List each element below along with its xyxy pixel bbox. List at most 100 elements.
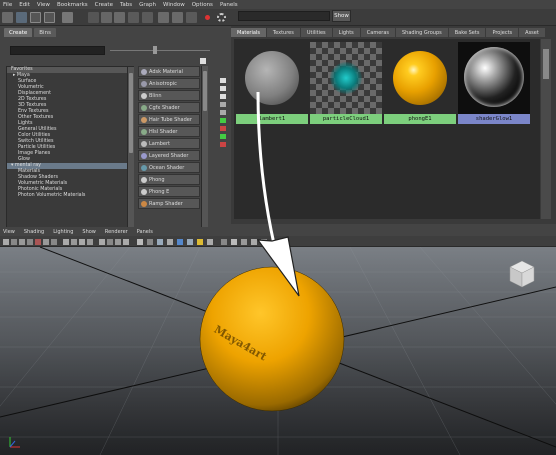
toolbar-icon[interactable] [27, 239, 33, 245]
toolbar-icon[interactable] [87, 239, 93, 245]
toolbar-icon[interactable] [11, 239, 17, 245]
toolbar-icon[interactable] [241, 239, 247, 245]
menu-options[interactable]: Options [192, 2, 213, 8]
material-swatch[interactable]: lambert1 [236, 42, 308, 124]
toolbar-icon[interactable] [62, 12, 73, 23]
toolbar-icon[interactable] [142, 12, 153, 23]
viewport-menu-renderer[interactable]: Renderer [105, 229, 128, 235]
toolbar-icon[interactable] [2, 12, 13, 23]
toolbar-icon[interactable] [158, 12, 169, 23]
camera-icon[interactable] [3, 239, 9, 245]
toolbar-icon[interactable] [231, 239, 237, 245]
toolbar-icon[interactable] [115, 239, 121, 245]
menu-edit[interactable]: Edit [19, 2, 30, 8]
toolbar-icon[interactable] [251, 239, 257, 245]
shader-node-button[interactable]: Ocean Shader [138, 162, 200, 173]
menu-view[interactable]: View [37, 2, 50, 8]
toolbar-icon[interactable] [123, 239, 129, 245]
toolbar-icon[interactable] [88, 12, 99, 23]
shader-node-button[interactable]: Layered Shader [138, 150, 200, 161]
red-icon[interactable] [220, 126, 226, 131]
toolbar-icon[interactable] [16, 12, 27, 23]
toolbar-icon[interactable] [43, 239, 49, 245]
icon-size-slider[interactable] [110, 50, 210, 51]
shader-node-button[interactable]: Cgfx Shader [138, 102, 200, 113]
viewport-menu-shading[interactable]: Shading [24, 229, 44, 235]
toolbar-icon[interactable] [128, 12, 139, 23]
tab-textures[interactable]: Textures [266, 28, 300, 37]
menu-bookmarks[interactable]: Bookmarks [57, 2, 88, 8]
shader-list-scrollbar[interactable] [201, 66, 208, 244]
menu-create[interactable]: Create [95, 2, 113, 8]
toolbar-icon[interactable] [71, 239, 77, 245]
tree-item[interactable]: Photon Volumetric Materials [7, 193, 133, 199]
tree-scrollbar[interactable] [127, 67, 134, 243]
record-icon[interactable] [202, 12, 213, 23]
shader-node-button[interactable]: Lambert [138, 138, 200, 149]
viewport-menu-lighting[interactable]: Lighting [53, 229, 73, 235]
white-icon[interactable] [220, 78, 226, 83]
toolbar-icon[interactable] [261, 239, 267, 245]
menu-window[interactable]: Window [163, 2, 185, 8]
menu-file[interactable]: File [3, 2, 12, 8]
material-swatch[interactable]: phongE1 [384, 42, 456, 124]
tab-bake-sets[interactable]: Bake Sets [448, 28, 486, 37]
perspective-viewport[interactable]: Maya4art [0, 247, 556, 455]
tab-materials[interactable]: Materials [231, 28, 266, 37]
toolbar-icon[interactable] [35, 239, 41, 245]
toolbar-icon[interactable] [137, 239, 143, 245]
layout-icon[interactable] [200, 58, 206, 64]
toolbar-icon[interactable] [197, 239, 203, 245]
tab-cameras[interactable]: Cameras [360, 28, 395, 37]
gray-icon[interactable] [220, 102, 226, 107]
shader-node-button[interactable]: Anisotropic [138, 78, 200, 89]
toolbar-icon[interactable] [177, 239, 183, 245]
material-swatch[interactable]: particleCloud1 [310, 42, 382, 124]
green-icon[interactable] [220, 134, 226, 139]
red-icon[interactable] [220, 142, 226, 147]
material-swatch[interactable]: shaderGlow1 [458, 42, 530, 124]
tab-utilities[interactable]: Utilities [300, 28, 332, 37]
toolbar-icon[interactable] [167, 239, 173, 245]
tab-projects[interactable]: Projects [486, 28, 519, 37]
show-filter-input[interactable] [238, 11, 330, 21]
toolbar-icon[interactable] [221, 239, 227, 245]
shader-search-input[interactable] [10, 46, 105, 55]
white-icon[interactable] [220, 86, 226, 91]
toolbar-icon[interactable] [101, 12, 112, 23]
white-icon[interactable] [220, 94, 226, 99]
menu-graph[interactable]: Graph [139, 2, 156, 8]
toolbar-icon[interactable] [107, 239, 113, 245]
toolbar-icon[interactable] [157, 239, 163, 245]
toolbar-icon[interactable] [19, 239, 25, 245]
viewport-menu-view[interactable]: View [3, 229, 15, 235]
viewport-menu-panels[interactable]: Panels [137, 229, 153, 235]
gray-icon[interactable] [220, 110, 226, 115]
toolbar-icon[interactable] [63, 239, 69, 245]
shader-node-button[interactable]: Hair Tube Shader [138, 114, 200, 125]
tab-asset[interactable]: Asset [519, 28, 545, 37]
toolbar-icon[interactable] [207, 239, 213, 245]
menu-tabs[interactable]: Tabs [120, 2, 132, 8]
tab-bins[interactable]: Bins [34, 28, 56, 37]
shader-node-button[interactable]: Hlsl Shader [138, 126, 200, 137]
toolbar-icon[interactable] [79, 239, 85, 245]
toolbar-icon[interactable] [99, 239, 105, 245]
toolbar-icon[interactable] [172, 12, 183, 23]
tab-create[interactable]: Create [4, 28, 33, 37]
menu-panels[interactable]: Panels [220, 2, 238, 8]
tab-shading-groups[interactable]: Shading Groups [396, 28, 448, 37]
browser-scrollbar[interactable] [541, 39, 551, 219]
shader-node-button[interactable]: Phong [138, 174, 200, 185]
tab-lights[interactable]: Lights [332, 28, 360, 37]
toolbar-icon[interactable] [147, 239, 153, 245]
toolbar-icon[interactable] [114, 12, 125, 23]
toolbar-icon[interactable] [186, 12, 197, 23]
toolbar-icon[interactable] [51, 239, 57, 245]
shader-node-button[interactable]: Adsk Material [138, 66, 200, 77]
shader-node-button[interactable]: Blinn [138, 90, 200, 101]
green-icon[interactable] [220, 118, 226, 123]
toolbar-icon[interactable] [187, 239, 193, 245]
icon-size-slider-handle[interactable] [153, 46, 157, 54]
shader-node-button[interactable]: Phong E [138, 186, 200, 197]
